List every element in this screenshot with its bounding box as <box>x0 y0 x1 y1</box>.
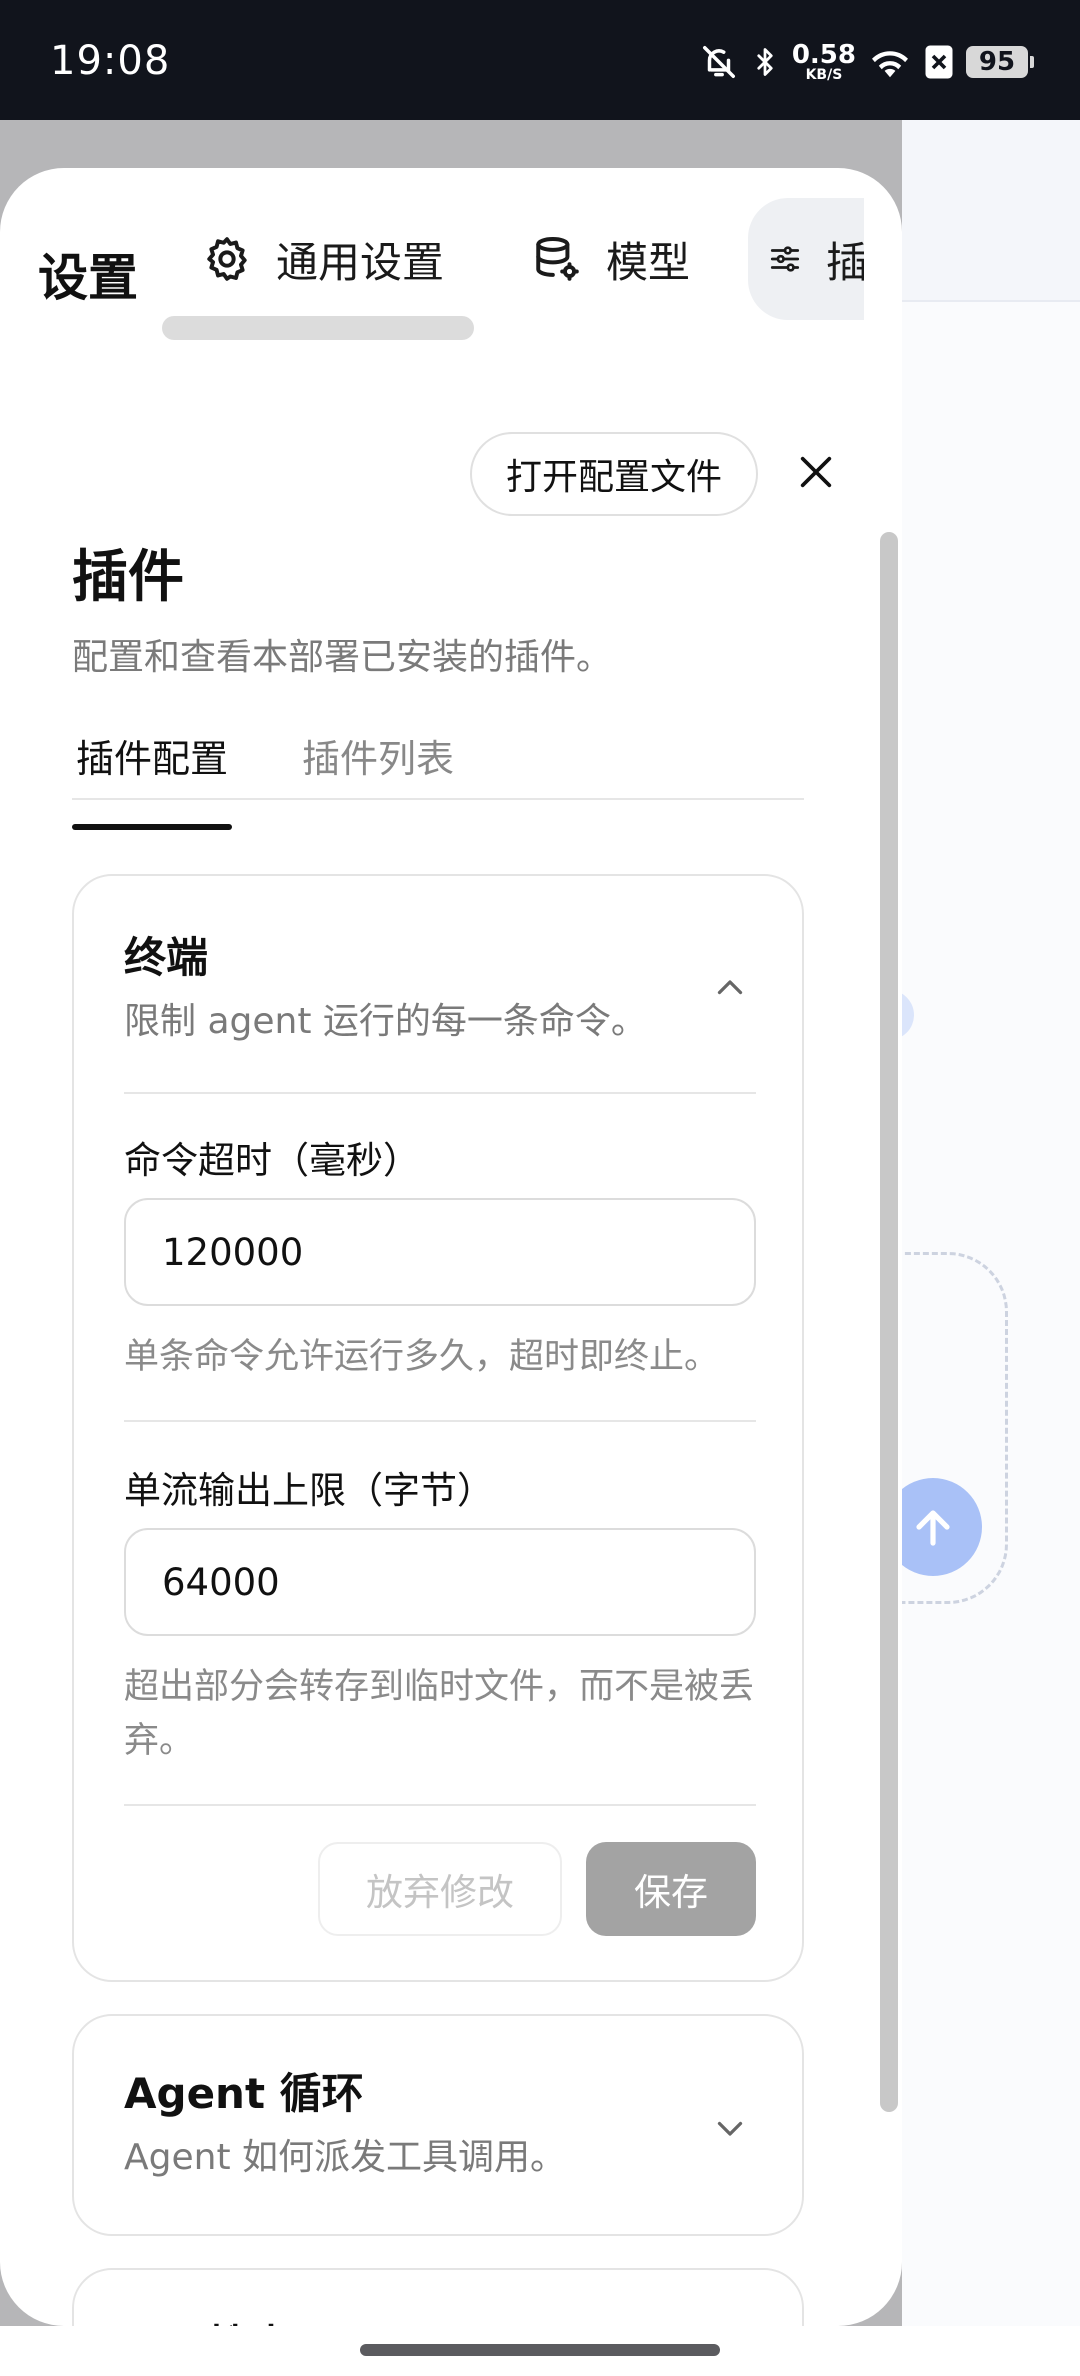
agent-loop-card-title: Agent 循环 <box>124 2069 364 2118</box>
command-timeout-help: 单条命令允许运行多久，超时即终止。 <box>124 1337 720 1377</box>
stream-output-limit-input[interactable]: 64000 <box>124 1528 756 1636</box>
bell-muted-icon <box>700 43 738 81</box>
section-title: 插件 <box>72 545 184 610</box>
plugin-sub-tabs: 插件配置 插件列表 <box>72 728 804 800</box>
close-icon <box>800 456 832 488</box>
tab-plugin-list[interactable]: 插件列表 <box>302 728 454 798</box>
divider <box>124 1420 756 1422</box>
agent-loop-card[interactable]: Agent 循环 Agent 如何派发工具调用。 <box>72 2014 804 2236</box>
sliders-icon <box>770 246 800 272</box>
collapse-toggle[interactable] <box>710 968 750 1008</box>
close-button[interactable] <box>790 446 842 498</box>
status-time: 19:08 <box>50 38 171 84</box>
arrow-up-icon <box>916 1510 950 1546</box>
tab-general-settings[interactable]: 通用设置 <box>182 198 464 320</box>
content-scrollbar[interactable] <box>880 532 898 2112</box>
home-indicator[interactable] <box>360 2344 720 2356</box>
status-bar: 19:08 0.58 KB/S 95 <box>0 0 1080 120</box>
chevron-down-icon <box>717 2121 743 2136</box>
tab-plugin-config[interactable]: 插件配置 <box>76 728 228 798</box>
background-app <box>902 120 1080 2326</box>
open-config-button[interactable]: 打开配置文件 <box>470 432 759 516</box>
sim-x-icon <box>924 44 954 80</box>
terminal-card-title: 终端 <box>124 933 209 982</box>
chevron-up-icon <box>717 980 743 995</box>
save-button[interactable]: 保存 <box>586 1842 756 1936</box>
section-description: 配置和查看本部署已安装的插件。 <box>72 637 613 678</box>
web-search-card[interactable]: 网页搜索 <box>72 2268 804 2326</box>
settings-title: 设置 <box>38 249 138 307</box>
settings-sheet: 设置 通用设置 模型 插 打开配置文件 插件 配置和查看本部署已安装的插件。 插… <box>0 168 902 2326</box>
tab-scroll-indicator[interactable] <box>162 316 474 340</box>
discard-changes-button[interactable]: 放弃修改 <box>318 1842 562 1936</box>
agent-loop-card-description: Agent 如何派发工具调用。 <box>124 2137 567 2178</box>
bluetooth-icon <box>750 43 780 81</box>
stream-output-limit-help: 超出部分会转存到临时文件，而不是被丢弃。 <box>124 1667 755 1761</box>
divider <box>124 1804 756 1806</box>
command-timeout-input[interactable]: 120000 <box>124 1198 756 1306</box>
gear-icon <box>207 237 247 281</box>
expand-toggle[interactable] <box>710 2108 750 2148</box>
divider <box>124 1092 756 1094</box>
battery-indicator: 95 <box>966 46 1034 78</box>
tab-plugins[interactable]: 插 <box>748 198 864 320</box>
active-tab-underline <box>72 824 232 830</box>
status-icons: 0.58 KB/S 95 <box>700 38 1034 86</box>
command-timeout-label: 命令超时（毫秒） <box>124 1139 420 1182</box>
settings-tab-bar: 通用设置 模型 插 <box>182 198 864 320</box>
terminal-card-description: 限制 agent 运行的每一条命令。 <box>124 1001 647 1042</box>
wifi-icon <box>868 44 912 80</box>
network-speed: 0.58 KB/S <box>791 40 856 83</box>
tab-plugins-label: 插 <box>825 237 864 287</box>
tab-general-settings-label: 通用设置 <box>276 237 445 287</box>
terminal-card: 终端 限制 agent 运行的每一条命令。 命令超时（毫秒） 120000 单条… <box>72 874 804 1982</box>
stream-output-limit-label: 单流输出上限（字节） <box>124 1469 494 1512</box>
tab-models-label: 模型 <box>606 237 691 287</box>
tab-models[interactable]: 模型 <box>512 198 710 320</box>
database-gear-icon <box>536 237 579 281</box>
background-header <box>902 120 1080 302</box>
web-search-card-title: 网页搜索 <box>124 2312 292 2326</box>
